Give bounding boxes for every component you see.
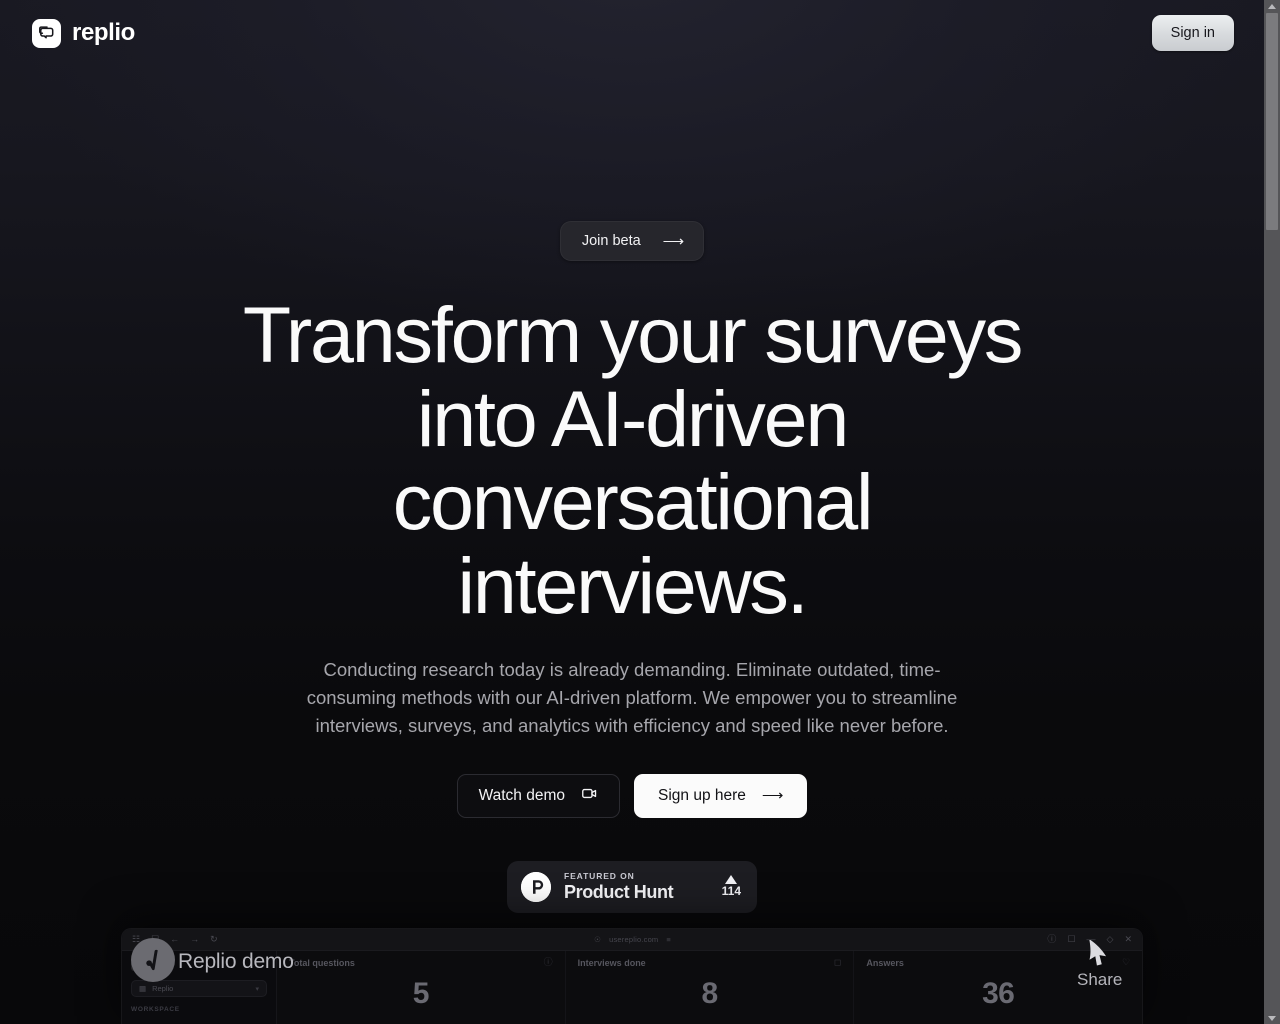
arrow-right-icon: ⟶ [662, 232, 685, 250]
hero-description: Conducting research today is already dem… [306, 658, 958, 736]
browser-scrollbar[interactable] [1264, 0, 1280, 1024]
brand-logo[interactable]: replio [32, 18, 135, 48]
workspace-value: Replio [152, 984, 174, 993]
hero-section: Join beta ⟶ Transform your surveys into … [0, 0, 1264, 913]
stat-card-title: Interviews done [577, 958, 646, 968]
workspace-section-label: WORKSPACE [131, 1006, 180, 1013]
caret-up-icon [725, 875, 738, 885]
back-arrow-icon: ← [170, 934, 180, 944]
site-header: replio Sign in [0, 0, 1264, 66]
avatar [131, 938, 175, 982]
info-icon: ⓘ [1047, 934, 1057, 944]
scroll-up-arrow-icon[interactable] [1264, 0, 1280, 12]
sign-up-label: Sign up here [658, 786, 746, 804]
preview-stat-cards: Total questions ⓘ 5 Interviews done ◻ 8 [277, 951, 1142, 1024]
close-icon: ✕ [1124, 934, 1132, 944]
stat-card: Total questions ⓘ 5 [277, 951, 566, 1024]
landing-page: replio Sign in Join beta ⟶ Transform you… [0, 0, 1264, 1024]
join-beta-button[interactable]: Join beta ⟶ [559, 221, 705, 261]
product-hunt-text: FEATURED ON Product Hunt [564, 871, 709, 902]
cta-row: Watch demo Sign up here ⟶ [456, 773, 808, 818]
workspace-selector[interactable]: ▦ Replio ▾ [131, 980, 267, 997]
featured-on-label: FEATURED ON [564, 871, 635, 882]
chat-bubble-icon [32, 18, 61, 48]
stat-card-head: Total questions ⓘ [289, 957, 553, 969]
stat-card: Interviews done ◻ 8 [566, 951, 855, 1024]
inbox-icon: ◻ [833, 957, 842, 967]
brand-name: replio [72, 19, 135, 46]
browser-viewport: replio Sign in Join beta ⟶ Transform you… [0, 0, 1280, 1024]
stat-card-title: Answers [866, 958, 904, 968]
chevron-down-icon: ▾ [255, 985, 259, 993]
product-hunt-logo-icon [521, 871, 551, 902]
watch-demo-button[interactable]: Watch demo [456, 773, 620, 818]
preview-address-bar: ☉ usereplio.com ≡ [594, 935, 671, 944]
stat-card-value: 5 [412, 977, 430, 1010]
stat-card-value: 8 [701, 977, 718, 1010]
product-hunt-badge[interactable]: FEATURED ON Product Hunt 114 [507, 860, 757, 913]
preview-url-text: usereplio.com [609, 935, 659, 944]
preview-share-label: Share [1077, 970, 1123, 989]
preview-browser-chrome: ☷ ☐ ← → ↻ ☉ usereplio.com ≡ ⓘ ☐ — ◇ ✕ [122, 929, 1142, 951]
preview-overlay-title: Replio demo [178, 950, 294, 973]
dashboard-preview[interactable]: ☷ ☐ ← → ↻ ☉ usereplio.com ≡ ⓘ ☐ — ◇ ✕ [121, 928, 1143, 1024]
product-hunt-name: Product Hunt [564, 882, 674, 903]
menu-icon: ≡ [666, 935, 671, 944]
scrollbar-thumb[interactable] [1266, 13, 1278, 230]
message-heart-icon: ♡ [1121, 957, 1131, 967]
forward-arrow-icon: → [190, 934, 200, 944]
reload-icon: ↻ [210, 934, 218, 944]
lock-icon: ☉ [594, 935, 602, 944]
arrow-right-icon: ⟶ [761, 787, 784, 805]
question-circle-icon: ⓘ [543, 957, 553, 967]
stat-card-title: Total questions [289, 958, 355, 968]
upvote-group[interactable]: 114 [722, 875, 741, 898]
watch-demo-label: Watch demo [478, 786, 565, 804]
upvote-count: 114 [721, 884, 741, 899]
panel-icon: ☐ [1067, 934, 1076, 944]
stat-card-head: Interviews done ◻ [577, 957, 842, 969]
building-icon: ▦ [139, 984, 147, 993]
video-camera-icon [581, 785, 598, 807]
page-title: Transform your surveys into AI-driven co… [242, 290, 1024, 631]
scroll-down-arrow-icon[interactable] [1264, 1012, 1280, 1024]
sign-in-button[interactable]: Sign in [1151, 15, 1234, 51]
join-beta-label: Join beta [581, 233, 641, 249]
sign-up-here-button[interactable]: Sign up here ⟶ [634, 773, 808, 818]
